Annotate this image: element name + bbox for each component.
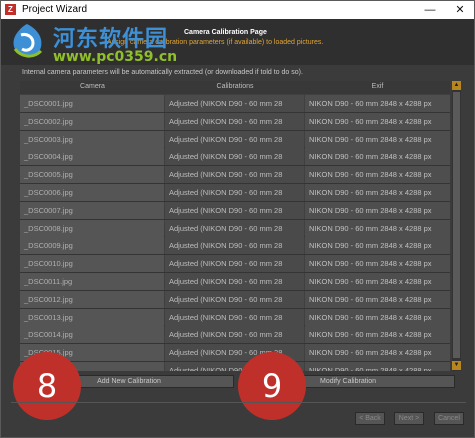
calibration-cell[interactable]: Adjusted (NIKON D90 - 60 mm 28: [165, 148, 304, 166]
calibration-cell[interactable]: Adjusted (NIKON D90 - 60 mm 28: [165, 272, 304, 290]
table-row[interactable]: _DSC0015.jpgAdjusted (NIKON D90 - 60 mm …: [20, 344, 450, 362]
camera-cell[interactable]: _DSC0010.jpg: [20, 255, 164, 273]
close-button[interactable]: ✕: [446, 1, 474, 19]
next-button[interactable]: Next >: [394, 412, 424, 425]
calibration-cell[interactable]: Adjusted (NIKON D90 - 60 mm 28: [165, 237, 304, 255]
project-wizard-window: Z Project Wizard — ✕ Camera Calibration …: [0, 0, 475, 438]
app-logo-icon: Z: [5, 4, 16, 15]
exif-cell[interactable]: NIKON D90 - 60 mm 2848 x 4288 px: [305, 166, 450, 184]
table-body: _DSC0001.jpg Adjusted (NIKON D90 - 60 mm …: [20, 95, 450, 371]
camera-cell[interactable]: _DSC0011.jpg: [20, 272, 164, 290]
camera-cell[interactable]: _DSC0002.jpg: [20, 112, 164, 130]
column-header-calibrations[interactable]: Calibrations: [165, 83, 305, 90]
table-scrollbar[interactable]: ▲ ▼: [452, 81, 461, 371]
table-row[interactable]: _DSC0002.jpg Adjusted (NIKON D90 - 60 mm …: [20, 112, 450, 131]
exif-cell[interactable]: NIKON D90 - 60 mm 2848 x 4288 px: [305, 130, 450, 148]
divider: [11, 402, 466, 403]
exif-cell[interactable]: NIKON D90 - 60 mm 2848 x 4288 px: [305, 272, 450, 290]
camera-cell[interactable]: _DSC0003.jpg: [20, 130, 164, 148]
table-row[interactable]: _DSC0009.jpg Adjusted (NIKON D90 - 60 mm …: [20, 237, 450, 256]
column-header-camera[interactable]: Camera: [20, 83, 165, 90]
title-bar: Z Project Wizard — ✕: [1, 1, 474, 19]
table-row[interactable]: _DSC0016.jpgAdjusted (NIKON D90 - 60 mm …: [20, 361, 450, 371]
table-row[interactable]: _DSC0014.jpg Adjusted (NIKON D90 - 60 mm …: [20, 326, 450, 345]
exif-cell[interactable]: NIKON D90 - 60 mm 2848 x 4288 px: [305, 95, 450, 112]
scrollbar-thumb[interactable]: [453, 92, 460, 358]
table-row[interactable]: _DSC0005.jpg Adjusted (NIKON D90 - 60 mm …: [20, 166, 450, 184]
cancel-button[interactable]: Cancel: [434, 412, 464, 425]
table-row[interactable]: _DSC0010.jpg Adjusted (NIKON D90 - 60 mm …: [20, 255, 450, 273]
table-row[interactable]: _DSC0004.jpg Adjusted (NIKON D90 - 60 mm …: [20, 148, 450, 167]
calibration-cell[interactable]: Adjusted (NIKON D90 - 60 mm 28: [165, 130, 304, 148]
exif-cell[interactable]: NIKON D90 - 60 mm 2848 x 4288 px: [305, 344, 450, 362]
exif-cell[interactable]: NIKON D90 - 60 mm 2848 x 4288 px: [305, 290, 450, 308]
window-title: Project Wizard: [22, 4, 88, 15]
step-badge-8: 8: [13, 352, 81, 420]
exif-cell[interactable]: NIKON D90 - 60 mm 2848 x 4288 px: [305, 326, 450, 344]
exif-cell[interactable]: NIKON D90 - 60 mm 2848 x 4288 px: [305, 255, 450, 273]
exif-cell[interactable]: NIKON D90 - 60 mm 2848 x 4288 px: [305, 219, 450, 237]
table-row[interactable]: _DSC0013.jpg Adjusted (NIKON D90 - 60 mm …: [20, 308, 450, 327]
step-badge-9: 9: [238, 352, 306, 420]
calibration-table: Camera Calibrations Exif _DSC0001.jpg Adj…: [20, 81, 450, 371]
calibration-cell[interactable]: Adjusted (NIKON D90 - 60 mm 28: [165, 201, 304, 219]
exif-cell[interactable]: NIKON D90 - 60 mm 2848 x 4288 px: [305, 201, 450, 219]
exif-cell[interactable]: NIKON D90 - 60 mm 2848 x 4288 px: [305, 237, 450, 255]
calibration-cell[interactable]: Adjusted (NIKON D90 - 60 mm 28: [165, 219, 304, 237]
page-subtitle: Assign camera calibration parameters (if…: [107, 39, 324, 46]
scroll-up-icon[interactable]: ▲: [452, 81, 461, 90]
table-row[interactable]: _DSC0011.jpg Adjusted (NIKON D90 - 60 mm …: [20, 272, 450, 291]
table-header: Camera Calibrations Exif: [20, 81, 450, 94]
exif-cell[interactable]: NIKON D90 - 60 mm 2848 x 4288 px: [305, 148, 450, 166]
camera-cell[interactable]: _DSC0006.jpg: [20, 183, 164, 201]
camera-cell[interactable]: _DSC0007.jpg: [20, 201, 164, 219]
camera-cell[interactable]: _DSC0004.jpg: [20, 148, 164, 166]
camera-cell[interactable]: _DSC0014.jpg: [20, 326, 164, 344]
camera-cell[interactable]: _DSC0013.jpg: [20, 308, 164, 326]
calibration-cell[interactable]: Adjusted (NIKON D90 - 60 mm 28: [165, 95, 304, 112]
calibration-cell[interactable]: Adjusted (NIKON D90 - 60 mm 28: [165, 183, 304, 201]
camera-cell[interactable]: _DSC0012.jpg: [20, 290, 164, 308]
info-text: Internal camera parameters will be autom…: [22, 69, 303, 76]
calibration-cell[interactable]: Adjusted (NIKON D90 - 60 mm 28: [165, 255, 304, 273]
table-row[interactable]: _DSC0003.jpg Adjusted (NIKON D90 - 60 mm …: [20, 130, 450, 149]
calibration-cell[interactable]: Adjusted (NIKON D90 - 60 mm 28: [165, 112, 304, 130]
camera-cell[interactable]: _DSC0005.jpg: [20, 166, 164, 184]
exif-cell[interactable]: NIKON D90 - 60 mm 2848 x 4288 px: [305, 361, 450, 371]
exif-cell[interactable]: NIKON D90 - 60 mm 2848 x 4288 px: [305, 112, 450, 130]
calibration-cell[interactable]: Adjusted (NIKON D90 - 60 mm 28: [165, 166, 304, 184]
camera-cell[interactable]: _DSC0001.jpg: [20, 95, 164, 112]
calibration-cell[interactable]: Adjusted (NIKON D90 - 60 mm 28: [165, 326, 304, 344]
table-row[interactable]: _DSC0012.jpg Adjusted (NIKON D90 - 60 mm …: [20, 290, 450, 309]
column-header-exif[interactable]: Exif: [305, 83, 450, 90]
calibration-cell[interactable]: Adjusted (NIKON D90 - 60 mm 28: [165, 308, 304, 326]
exif-cell[interactable]: NIKON D90 - 60 mm 2848 x 4288 px: [305, 308, 450, 326]
table-row[interactable]: _DSC0001.jpg Adjusted (NIKON D90 - 60 mm …: [20, 95, 450, 113]
calibration-cell[interactable]: Adjusted (NIKON D90 - 60 mm 28: [165, 290, 304, 308]
camera-cell[interactable]: _DSC0008.jpg: [20, 219, 164, 237]
exif-cell[interactable]: NIKON D90 - 60 mm 2848 x 4288 px: [305, 183, 450, 201]
table-row[interactable]: _DSC0008.jpg Adjusted (NIKON D90 - 60 mm …: [20, 219, 450, 238]
table-row[interactable]: _DSC0006.jpg Adjusted (NIKON D90 - 60 mm …: [20, 183, 450, 202]
camera-cell[interactable]: _DSC0009.jpg: [20, 237, 164, 255]
back-button[interactable]: < Back: [355, 412, 385, 425]
scroll-down-icon[interactable]: ▼: [452, 361, 461, 370]
minimize-button[interactable]: —: [416, 1, 444, 19]
page-title: Camera Calibration Page: [184, 29, 267, 36]
table-row[interactable]: _DSC0007.jpg Adjusted (NIKON D90 - 60 mm …: [20, 201, 450, 220]
